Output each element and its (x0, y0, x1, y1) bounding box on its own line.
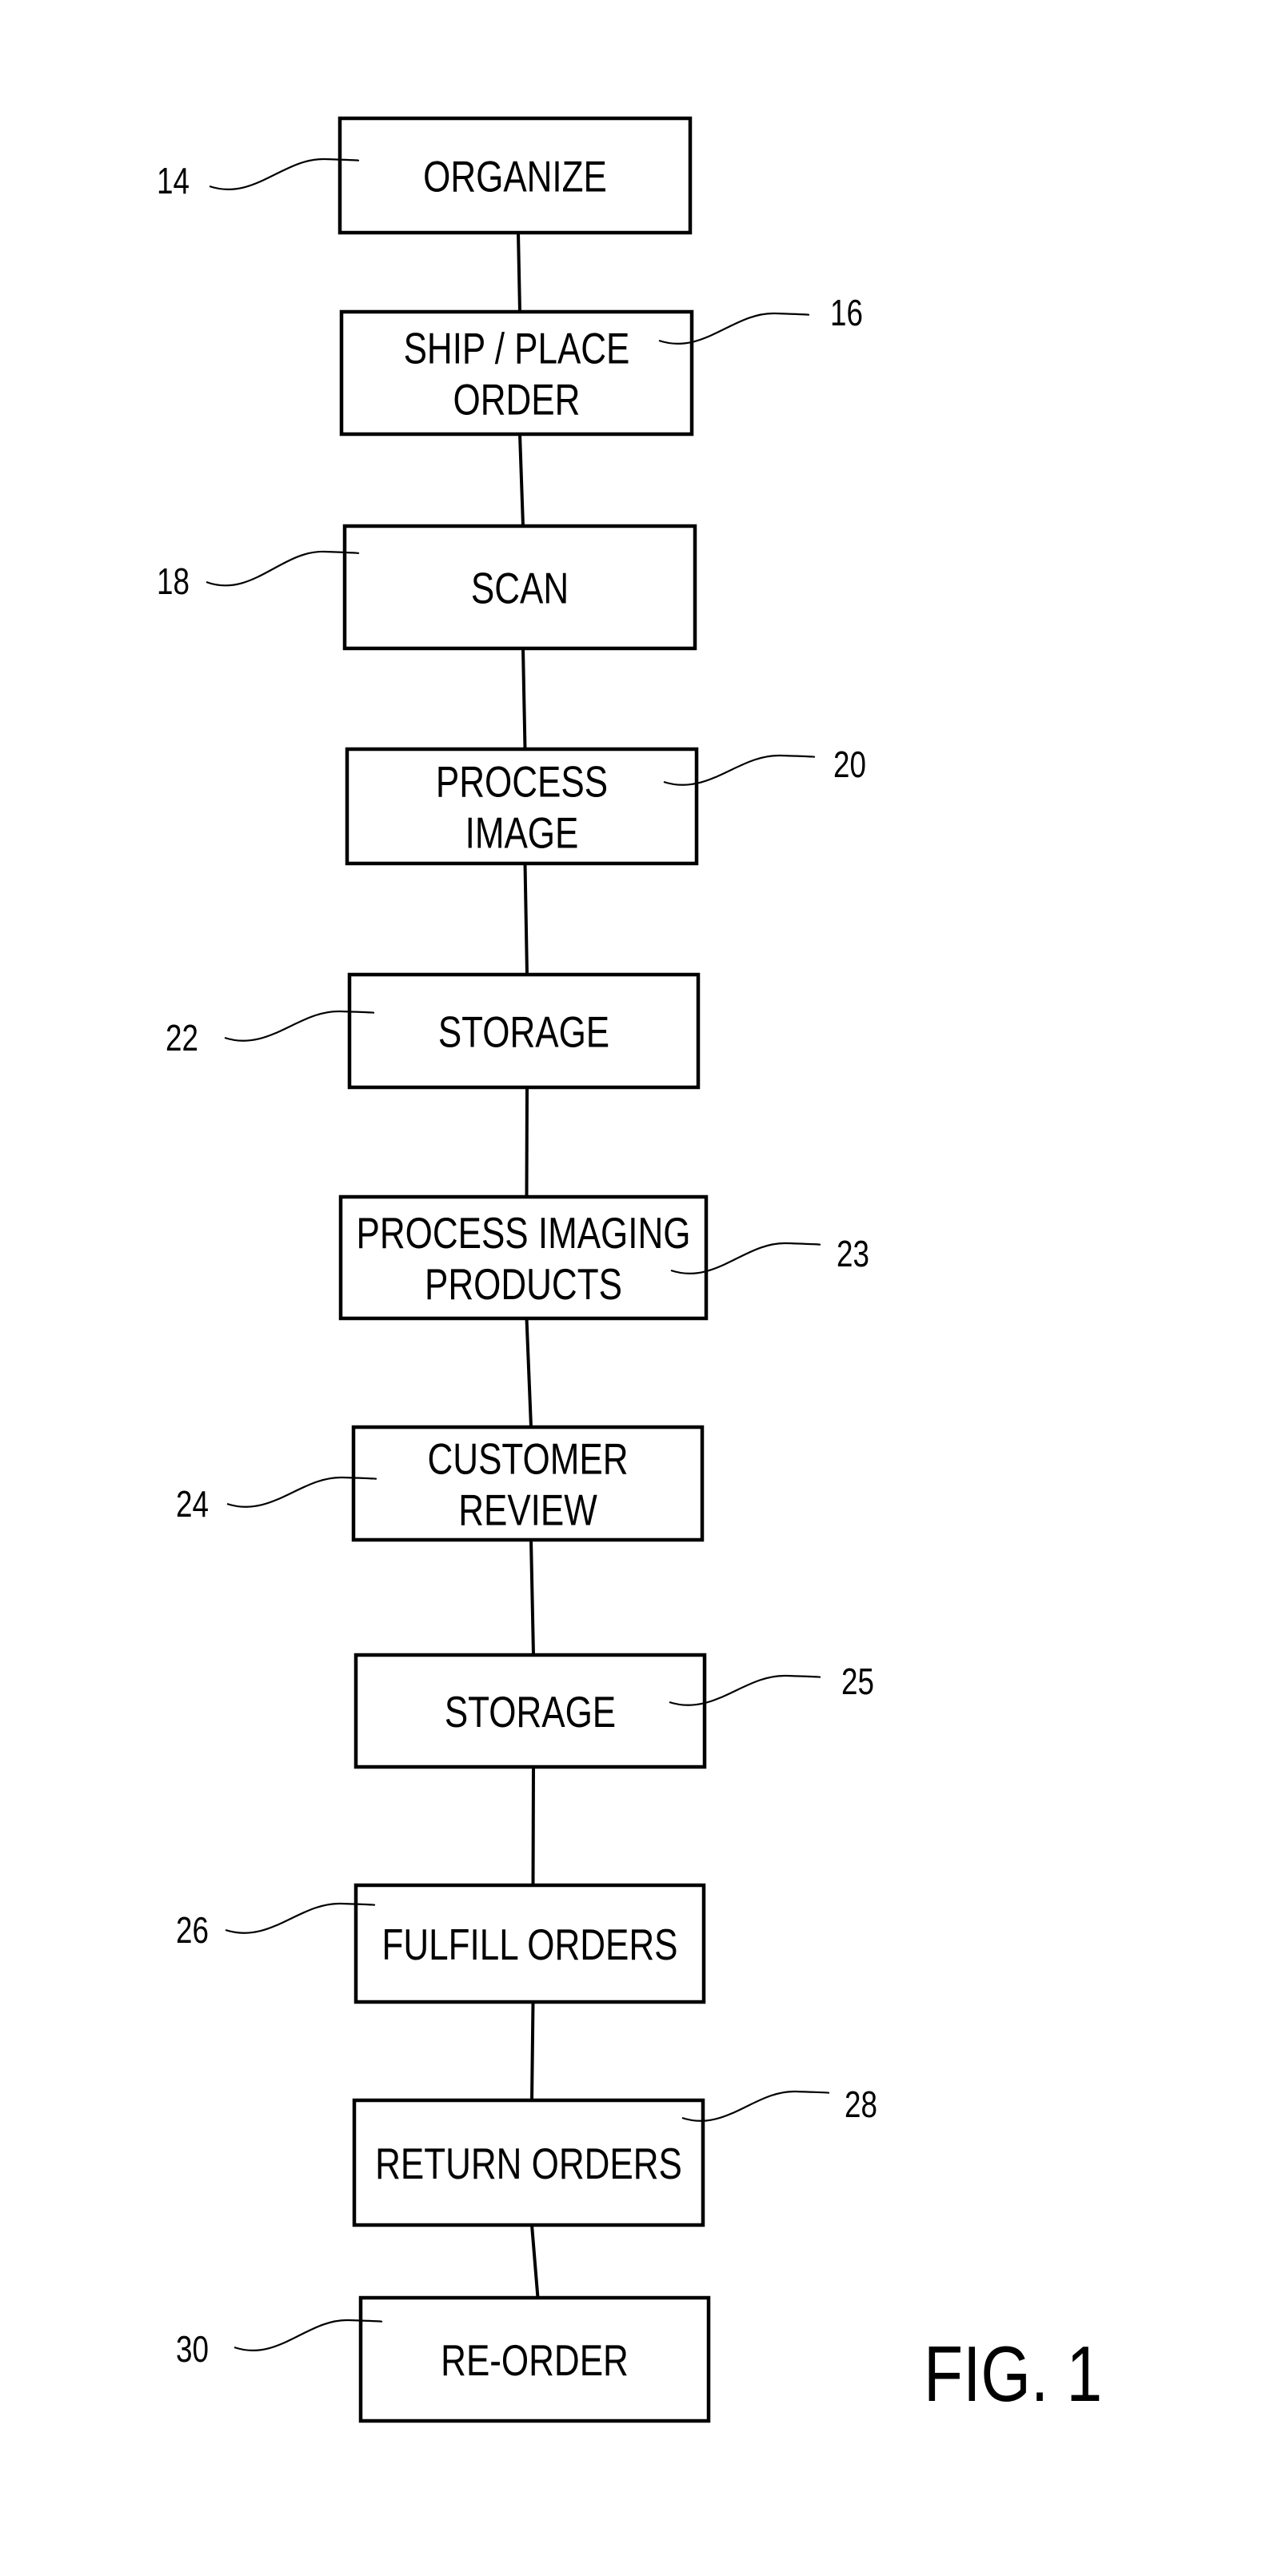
step-label: PROCESS (436, 757, 608, 807)
step-label: SHIP / PLACE (404, 324, 630, 373)
flow-connector-line (525, 1087, 529, 1198)
step-label: STORAGE (438, 1007, 609, 1057)
step-label: FULFILL ORDERS (382, 1920, 678, 1969)
reference-numeral: 22 (166, 1017, 198, 1059)
reference-numeral: 16 (830, 292, 863, 333)
flow-step: STORAGE 25 (353, 1653, 874, 1769)
step-label: PRODUCTS (425, 1259, 622, 1309)
flow-steps: ORGANIZE 14 SHIP / PLACEORDER 16 SCAN 18 PROCE… (157, 116, 877, 2423)
flow-step: ORGANIZE 14 (157, 116, 693, 235)
step-label: REVIEW (458, 1485, 597, 1535)
leader-line (206, 550, 360, 587)
step-label: RETURN ORDERS (375, 2139, 682, 2188)
step-label: CUSTOMER (428, 1434, 629, 1484)
reference-numeral: 18 (157, 560, 190, 602)
flow-connector-line (525, 1318, 533, 1428)
flow-connector-line (517, 232, 521, 313)
reference-numeral: 26 (176, 1909, 209, 1951)
flow-step: PROCESSIMAGE 20 (345, 744, 866, 866)
flow-connector-line (531, 1766, 535, 1886)
flow-step: RE-ORDER 30 (176, 2295, 711, 2423)
flow-step: SHIP / PLACEORDER 16 (339, 292, 863, 437)
step-label: IMAGE (465, 808, 579, 858)
flow-step: RETURN ORDERS 28 (352, 2084, 877, 2227)
step-label: PROCESS IMAGING (356, 1208, 690, 1258)
step-label: SCAN (471, 564, 569, 613)
flow-step: FULFILL ORDERS 26 (176, 1883, 706, 2004)
reference-numeral: 23 (837, 1233, 869, 1274)
reference-numeral: 25 (841, 1661, 874, 1702)
step-label: STORAGE (445, 1687, 616, 1737)
step-label: RE-ORDER (441, 2335, 629, 2385)
flow-connector-line (518, 433, 525, 527)
reference-numeral: 20 (833, 744, 866, 785)
flow-connector-line (529, 1539, 535, 1656)
flow-step: PROCESS IMAGINGPRODUCTS 23 (338, 1194, 869, 1321)
figure-label: FIG. 1 (924, 2330, 1102, 2417)
reference-numeral: 28 (845, 2084, 877, 2125)
flow-connector-line (521, 648, 527, 750)
reference-numeral: 14 (157, 160, 190, 201)
leader-line (209, 158, 360, 191)
flow-connector-line (530, 2224, 540, 2299)
reference-numeral: 24 (176, 1483, 209, 1525)
step-label: ORGANIZE (423, 152, 607, 201)
flow-step: CUSTOMERREVIEW 24 (176, 1425, 705, 1542)
flowchart-canvas: ORGANIZE 14 SHIP / PLACEORDER 16 SCAN 18 PROCE… (157, 116, 1102, 2423)
reference-numeral: 30 (176, 2328, 209, 2370)
flow-step: SCAN 18 (157, 524, 697, 651)
step-label: ORDER (453, 375, 581, 425)
leader-line (225, 1902, 376, 1934)
flow-step: STORAGE 22 (166, 972, 701, 1090)
flow-connector-line (523, 863, 529, 975)
flow-connector-line (530, 2001, 535, 2101)
